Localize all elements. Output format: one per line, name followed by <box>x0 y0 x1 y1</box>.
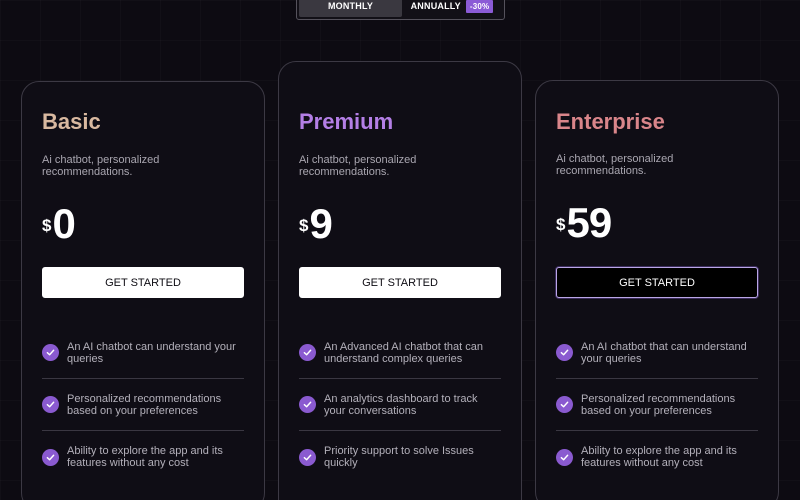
get-started-button[interactable]: GET STARTED <box>299 267 501 298</box>
feature-item: An AI chatbot that can understand your q… <box>556 327 758 379</box>
get-started-button[interactable]: GET STARTED <box>556 267 758 298</box>
feature-text: Ability to explore the app and its featu… <box>67 445 223 469</box>
price-currency: $ <box>42 216 52 235</box>
plan-description: Ai chatbot, personalized recommendations… <box>299 154 417 178</box>
price-amount: 59 <box>566 199 612 246</box>
feature-text: Personalized recommendations based on yo… <box>581 392 736 417</box>
check-circle-icon <box>556 448 573 466</box>
feature-text: Priority support to solve Issues quickly <box>324 445 474 469</box>
feature-item: An Advanced AI chatbot that can understa… <box>299 327 501 379</box>
plan-description: Ai chatbot, personalized recommendations… <box>42 154 160 178</box>
price-currency: $ <box>556 215 566 234</box>
discount-badge: -30% <box>465 0 494 13</box>
toggle-annually[interactable]: ANNUALLY -30% <box>402 0 502 17</box>
toggle-annually-label: ANNUALLY <box>410 1 461 11</box>
plan-card-enterprise: Enterprise Ai chatbot, personalized reco… <box>535 80 779 500</box>
check-circle-icon <box>556 344 573 361</box>
price-amount: 9 <box>309 200 332 247</box>
plan-card-basic: Basic Ai chatbot, personalized recommend… <box>21 81 265 500</box>
get-started-button[interactable]: GET STARTED <box>42 267 244 298</box>
check-circle-icon <box>42 448 59 466</box>
check-circle-icon <box>556 396 573 413</box>
plan-title: Basic <box>42 109 101 134</box>
plan-description: Ai chatbot, personalized recommendations… <box>556 153 674 177</box>
feature-list: An AI chatbot that can understand your q… <box>556 327 758 483</box>
plan-title: Premium <box>299 109 394 134</box>
billing-toggle: MONTHLY ANNUALLY -30% <box>296 0 505 20</box>
check-circle-icon <box>299 344 316 361</box>
feature-item: An AI chatbot can understand your querie… <box>42 327 244 379</box>
check-circle-icon <box>42 396 59 413</box>
plan-price: $ 0 <box>42 200 76 247</box>
check-circle-icon <box>299 396 316 413</box>
check-circle-icon <box>299 448 316 466</box>
feature-text: An AI chatbot can understand your querie… <box>67 340 236 365</box>
feature-list: An Advanced AI chatbot that can understa… <box>299 327 501 483</box>
feature-item: Ability to explore the app and its featu… <box>42 431 244 483</box>
plan-price: $ 59 <box>556 199 612 246</box>
feature-item: Personalized recommendations based on yo… <box>42 379 244 431</box>
feature-item: Priority support to solve Issues quickly <box>299 431 501 483</box>
plan-card-premium: Premium Ai chatbot, personalized recomme… <box>278 61 522 500</box>
toggle-monthly[interactable]: MONTHLY <box>299 0 402 17</box>
feature-text: An AI chatbot that can understand your q… <box>581 340 747 365</box>
feature-item: Ability to explore the app and its featu… <box>556 431 758 483</box>
check-circle-icon <box>42 344 59 361</box>
feature-item: Personalized recommendations based on yo… <box>556 379 758 431</box>
toggle-monthly-label: MONTHLY <box>327 1 374 11</box>
feature-list: An AI chatbot can understand your querie… <box>42 327 244 483</box>
price-currency: $ <box>299 216 309 235</box>
feature-text: Personalized recommendations based on yo… <box>67 392 222 417</box>
feature-text: An Advanced AI chatbot that can understa… <box>324 340 484 365</box>
plan-price: $ 9 <box>299 200 333 247</box>
feature-text: An analytics dashboard to track your con… <box>324 392 478 417</box>
plan-title: Enterprise <box>556 109 665 134</box>
price-amount: 0 <box>52 200 75 247</box>
feature-item: An analytics dashboard to track your con… <box>299 379 501 431</box>
feature-text: Ability to explore the app and its featu… <box>581 445 737 469</box>
